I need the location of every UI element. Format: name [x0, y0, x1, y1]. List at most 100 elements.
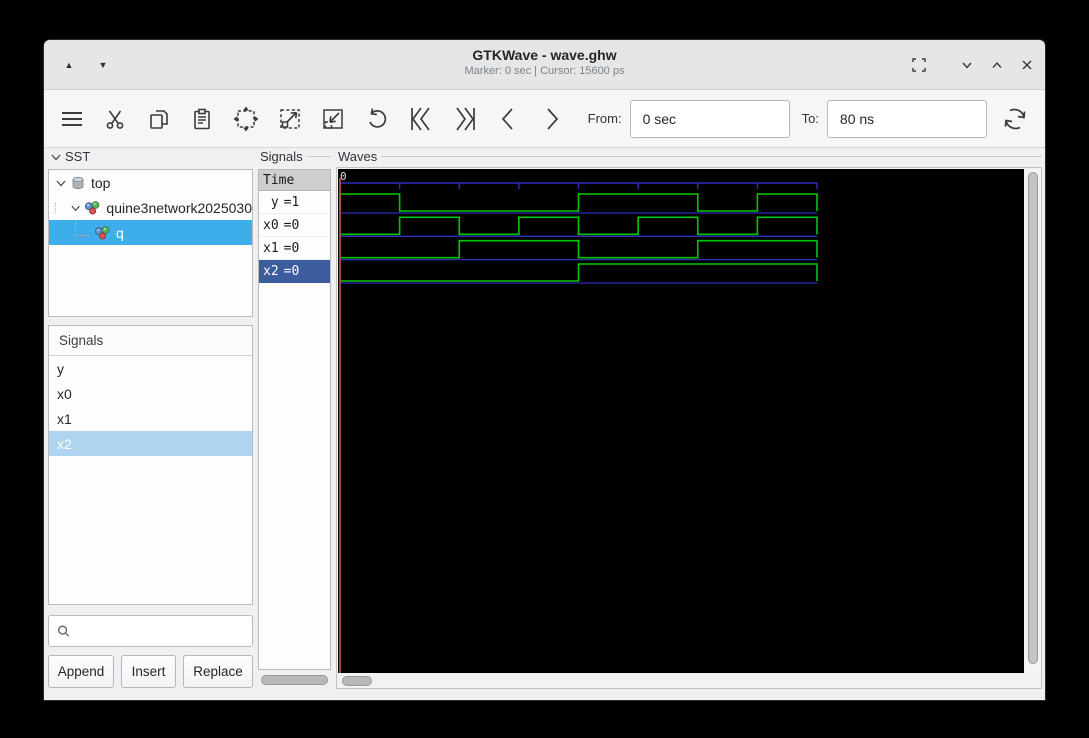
to-label: To:: [801, 111, 819, 126]
copy-icon: [150, 109, 168, 129]
wave-canvas[interactable]: 0: [338, 169, 1024, 673]
paste-button[interactable]: [189, 104, 217, 134]
go-to-end-button[interactable]: [451, 104, 479, 134]
zoom-out-button[interactable]: [319, 104, 347, 134]
wave-vscrollbar-thumb[interactable]: [1028, 172, 1038, 664]
list-item-label: x1: [57, 410, 72, 427]
minimize-button[interactable]: [954, 40, 980, 90]
wave-display[interactable]: 0: [338, 169, 1024, 673]
signals-hscrollbar[interactable]: [260, 674, 331, 687]
tree-item-label: q: [116, 224, 124, 241]
signal-value: =1: [283, 194, 300, 210]
signal-name: y: [270, 194, 279, 210]
signal-row-x2[interactable]: x2 =0: [259, 260, 330, 283]
zoom-in-button[interactable]: [276, 104, 304, 134]
signal-row-x0[interactable]: x0 =0: [259, 214, 330, 237]
shade-down-button[interactable]: ▼: [90, 40, 116, 90]
signals-list: Signals y x0 x1 x2: [48, 325, 253, 605]
undo-icon: [368, 107, 386, 128]
signal-value: =0: [283, 240, 300, 256]
signal-value: =0: [283, 263, 300, 279]
menu-button[interactable]: [58, 104, 86, 134]
chevron-left-icon: [502, 107, 513, 130]
list-item-x0[interactable]: x0: [49, 381, 252, 406]
zoom-fit-button[interactable]: [232, 104, 260, 134]
fullscreen-icon: [912, 58, 926, 72]
insert-button[interactable]: Insert: [121, 655, 176, 688]
cut-button[interactable]: [102, 104, 130, 134]
waves-frame-label: Waves: [338, 149, 1042, 164]
chevron-up-icon: [992, 61, 1002, 68]
previous-edge-button[interactable]: [495, 104, 523, 134]
search-icon: [58, 625, 70, 637]
chevron-right-icon: [547, 107, 558, 130]
zoom-fit-icon: [233, 106, 259, 131]
tree-guide: [75, 221, 89, 236]
tree-item-top[interactable]: top: [49, 170, 252, 195]
clipboard-icon: [194, 108, 211, 129]
titlebar[interactable]: ▲ ▼ GTKWave - wave.ghw Marker: 0 sec | C…: [44, 40, 1045, 90]
signal-row-y[interactable]: y =1: [259, 191, 330, 214]
close-icon: [1022, 60, 1032, 70]
wave-hscrollbar-thumb[interactable]: [342, 676, 372, 686]
zoom-out-icon: [323, 108, 343, 129]
go-to-start-button[interactable]: [407, 104, 435, 134]
chevron-down-icon: [962, 62, 972, 69]
list-item-x2[interactable]: x2: [49, 431, 252, 456]
tree-item-label: top: [91, 174, 111, 191]
reload-button[interactable]: [1001, 104, 1029, 134]
close-button[interactable]: [1014, 40, 1040, 90]
signal-name: x0: [263, 217, 279, 233]
tree-item-q[interactable]: q: [49, 220, 252, 245]
svg-text:0: 0: [340, 170, 347, 183]
signal-name: x2: [263, 263, 279, 279]
copy-button[interactable]: [145, 104, 173, 134]
list-item-label: x0: [57, 385, 72, 402]
gtkwave-window: ▲ ▼ GTKWave - wave.ghw Marker: 0 sec | C…: [44, 40, 1045, 700]
fullscreen-button[interactable]: [906, 40, 932, 90]
module-icon: [95, 225, 110, 239]
signal-value: =0: [283, 217, 300, 233]
signals-frame-label: Signals: [260, 149, 331, 164]
undo-button[interactable]: [363, 104, 391, 134]
zoom-in-icon: [279, 108, 300, 129]
sst-tree: top quine3network2025030 q: [48, 169, 253, 317]
next-edge-button[interactable]: [538, 104, 566, 134]
shade-up-button[interactable]: ▲: [56, 40, 82, 90]
triangle-up-icon: ▲: [64, 60, 74, 70]
module-icon: [85, 200, 100, 214]
search-input[interactable]: [76, 616, 252, 646]
expander-chevron-icon[interactable]: [70, 202, 81, 214]
signal-row-x1[interactable]: x1 =0: [259, 237, 330, 260]
scissors-icon: [106, 110, 124, 129]
time-column-header: Time: [259, 170, 330, 191]
to-input[interactable]: [826, 99, 987, 138]
signals-hscrollbar-thumb[interactable]: [261, 675, 328, 685]
reload-icon: [1004, 108, 1026, 129]
signals-frame-text: Signals: [260, 149, 303, 164]
tree-guide: [55, 202, 68, 213]
tree-item-module[interactable]: quine3network2025030: [49, 195, 252, 220]
frame-rule: [306, 156, 331, 157]
from-label: From:: [587, 111, 622, 126]
list-item-y[interactable]: y: [49, 356, 252, 381]
toolbar: From: To:: [44, 90, 1045, 148]
list-item-label: y: [57, 360, 64, 377]
wave-hscrollbar[interactable]: [338, 675, 1024, 688]
from-input[interactable]: [629, 99, 790, 138]
wave-vscrollbar[interactable]: [1026, 170, 1041, 673]
replace-button[interactable]: Replace: [183, 655, 253, 688]
tree-item-label: quine3network2025030: [106, 199, 252, 216]
skip-to-end-icon: [455, 107, 475, 130]
signal-values-panel: Time y =1 x0 =0 x1 =0 x2 =0: [258, 169, 331, 670]
list-item-x1[interactable]: x1: [49, 406, 252, 431]
maximize-button[interactable]: [984, 40, 1010, 90]
append-button[interactable]: Append: [48, 655, 114, 688]
signals-list-header[interactable]: Signals: [49, 326, 252, 356]
expander-chevron-icon[interactable]: [55, 177, 67, 189]
sst-header[interactable]: SST: [50, 149, 90, 164]
window-title: GTKWave - wave.ghw: [472, 47, 617, 63]
triangle-down-icon: ▼: [98, 60, 108, 70]
database-icon: [72, 176, 84, 189]
frame-rule: [381, 156, 1042, 157]
